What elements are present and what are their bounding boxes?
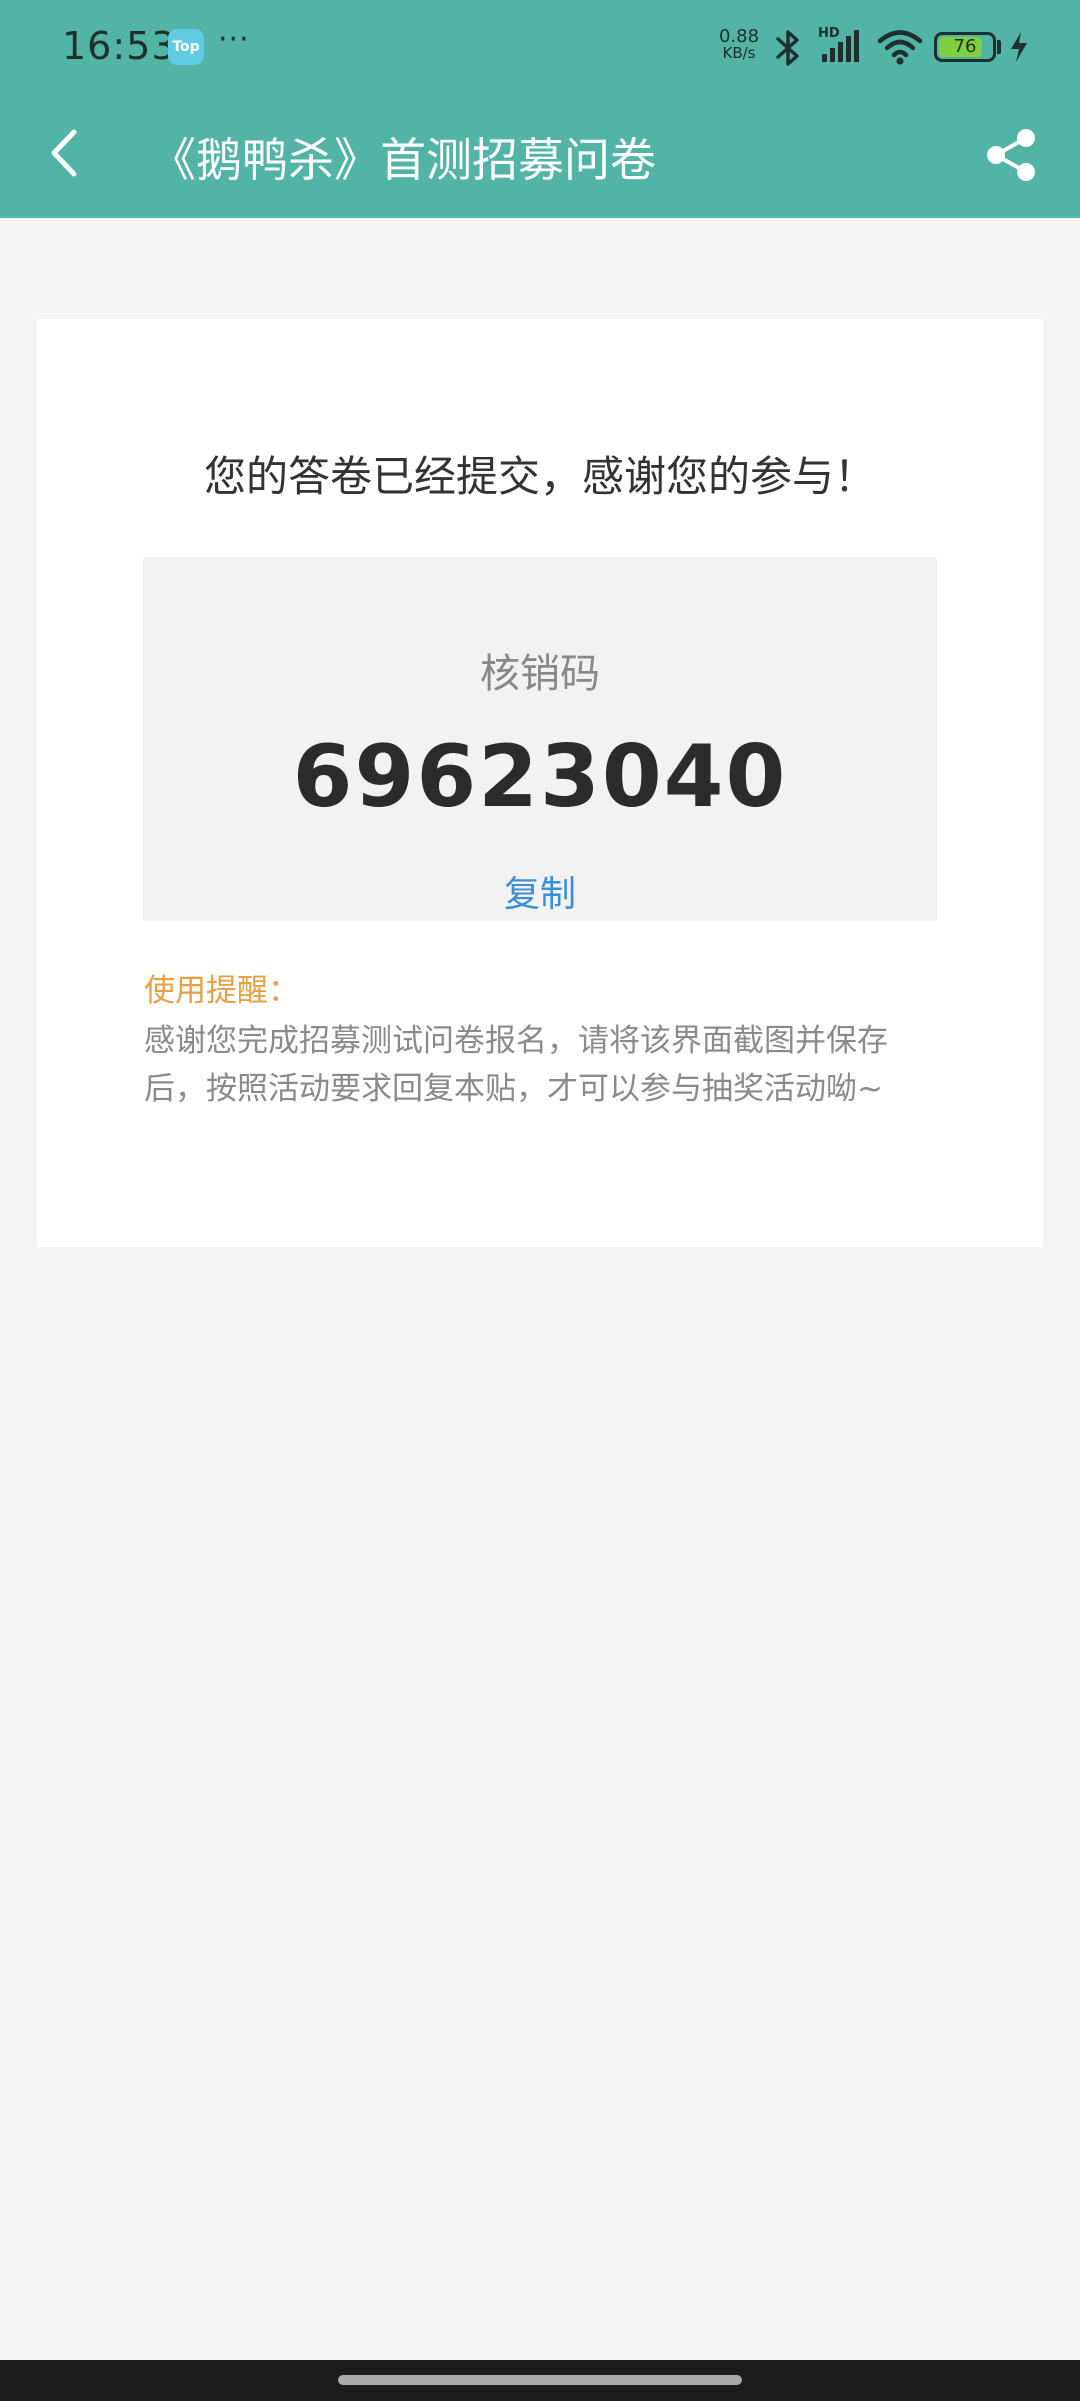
redeem-code-value: 69623040 — [292, 727, 788, 827]
notice-title: 使用提醒： — [144, 973, 299, 1009]
more-notifications-icon: ··· — [218, 22, 250, 57]
battery-icon: 76 — [934, 32, 996, 62]
page-title: 《鹅鸭杀》首测招募问卷 — [150, 133, 656, 187]
copy-button[interactable]: 复制 — [143, 865, 937, 917]
bluetooth-icon — [776, 30, 799, 66]
back-button[interactable] — [40, 118, 100, 188]
navigation-bar — [0, 2360, 1080, 2401]
wifi-icon — [877, 30, 923, 65]
network-speed: 0.88 KB/s — [714, 28, 764, 62]
signal-icon: HD — [816, 26, 866, 66]
battery-level: 76 — [953, 36, 977, 57]
share-icon — [987, 129, 1035, 181]
share-button[interactable] — [982, 126, 1040, 184]
result-card: 您的答卷已经提交，感谢您的参与！ 核销码 69623040 复制 使用提醒： 感… — [37, 319, 1043, 1247]
submit-message: 您的答卷已经提交，感谢您的参与！ — [203, 452, 876, 501]
top-app-icon: Top — [168, 29, 204, 65]
status-time: 16:53 — [62, 24, 177, 68]
home-indicator[interactable] — [338, 2375, 742, 2385]
battery-cap — [997, 40, 1001, 54]
chevron-left-icon — [51, 129, 77, 177]
redeem-code-box: 核销码 69623040 复制 — [143, 557, 937, 921]
network-speed-value: 0.88 — [718, 26, 760, 47]
network-speed-unit: KB/s — [722, 44, 756, 62]
charging-icon — [1011, 32, 1027, 62]
redeem-code-label: 核销码 — [480, 651, 600, 697]
notice-text: 感谢您完成招募测试问卷报名，请将该界面截图并保存后，按照活动要求回复本贴，才可以… — [144, 1023, 888, 1107]
